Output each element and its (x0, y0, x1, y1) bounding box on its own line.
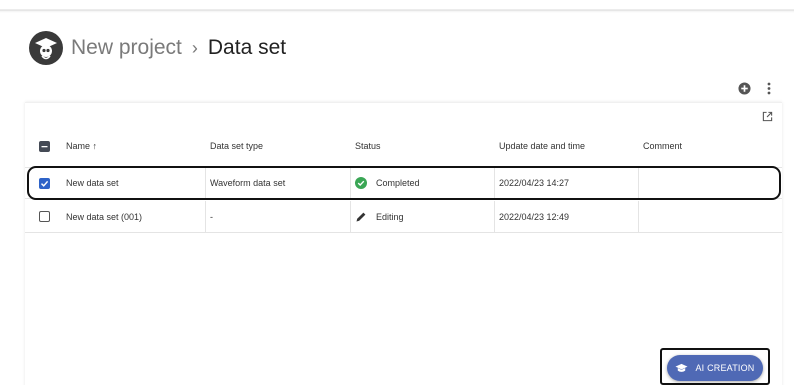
add-circle-icon[interactable] (736, 80, 752, 96)
column-header-type[interactable]: Data set type (210, 130, 263, 162)
status-label: Editing (376, 211, 404, 222)
column-divider (205, 201, 206, 232)
column-divider (494, 201, 495, 232)
ai-creation-label: AI CREATION (695, 363, 755, 373)
table-row[interactable]: New data set (001) - Editing 2022/04/23 … (25, 201, 782, 233)
column-divider (350, 201, 351, 232)
open-in-new-icon[interactable] (760, 109, 774, 123)
row-status: Editing (355, 201, 404, 232)
row-checkbox[interactable] (39, 201, 50, 232)
selected-row-highlight (27, 166, 781, 200)
page-title: Data set (207, 36, 287, 59)
table-header-row: Name ↑ Data set type Status Update date … (25, 130, 782, 162)
row-updated: 2022/04/23 12:49 (499, 211, 570, 222)
column-header-comment[interactable]: Comment (643, 130, 682, 162)
row-type: - (210, 211, 213, 222)
pencil-icon (356, 212, 366, 221)
breadcrumb: New project › Data set (29, 30, 286, 66)
column-header-name[interactable]: Name ↑ (66, 130, 97, 162)
select-all-checkbox[interactable] (39, 130, 50, 162)
column-header-status[interactable]: Status (355, 130, 381, 162)
breadcrumb-separator: › (191, 37, 198, 58)
more-vertical-icon[interactable] (764, 80, 774, 96)
row-name: New data set (001) (66, 211, 143, 222)
column-divider (638, 201, 639, 232)
ai-creation-button[interactable]: AI CREATION (667, 355, 763, 381)
graduation-cap-icon (675, 363, 689, 372)
app-logo-icon (29, 31, 63, 65)
top-divider (0, 0, 794, 13)
breadcrumb-project[interactable]: New project (71, 36, 182, 60)
column-header-updated[interactable]: Update date and time (499, 130, 585, 162)
